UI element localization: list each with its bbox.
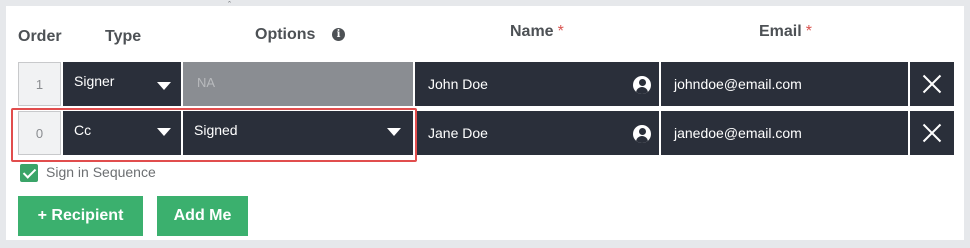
highlight-box <box>11 108 417 162</box>
sign-in-sequence-checkbox[interactable] <box>20 164 38 182</box>
chevron-down-icon <box>157 82 171 90</box>
email-field[interactable]: johndoe@email.com <box>661 62 908 106</box>
header-options: Options <box>255 26 316 43</box>
email-field-value: janedoe@email.com <box>674 125 802 141</box>
header-name: Name * <box>510 23 564 41</box>
header-type: Type <box>105 28 142 45</box>
add-recipient-button[interactable]: + Recipient <box>18 196 143 236</box>
name-field[interactable]: John Doe <box>415 62 659 106</box>
type-select[interactable]: Signer <box>63 62 181 106</box>
name-field-value: John Doe <box>428 76 488 92</box>
header-order: Order <box>18 28 62 45</box>
options-select-value: NA <box>197 75 216 90</box>
add-me-button[interactable]: Add Me <box>157 196 248 236</box>
remove-recipient-button[interactable] <box>910 62 954 106</box>
header-email: Email * <box>759 23 812 41</box>
user-icon[interactable] <box>633 125 651 143</box>
cursor-mark: ˆ <box>228 0 231 10</box>
email-field[interactable]: janedoe@email.com <box>661 111 908 155</box>
sign-in-sequence-label[interactable]: Sign in Sequence <box>46 164 156 180</box>
header-email-label: Email <box>759 23 802 40</box>
info-icon[interactable]: i <box>332 28 345 41</box>
remove-recipient-button[interactable] <box>910 111 954 155</box>
required-mark: * <box>557 23 564 40</box>
user-icon[interactable] <box>633 76 651 94</box>
order-field[interactable]: 1 <box>18 62 61 106</box>
name-field-value: Jane Doe <box>428 125 488 141</box>
name-field[interactable]: Jane Doe <box>415 111 659 155</box>
header-name-label: Name <box>510 23 554 40</box>
required-mark: * <box>805 23 812 40</box>
type-select-value: Signer <box>74 73 115 89</box>
email-field-value: johndoe@email.com <box>674 76 802 92</box>
options-select-disabled: NA <box>183 62 413 106</box>
